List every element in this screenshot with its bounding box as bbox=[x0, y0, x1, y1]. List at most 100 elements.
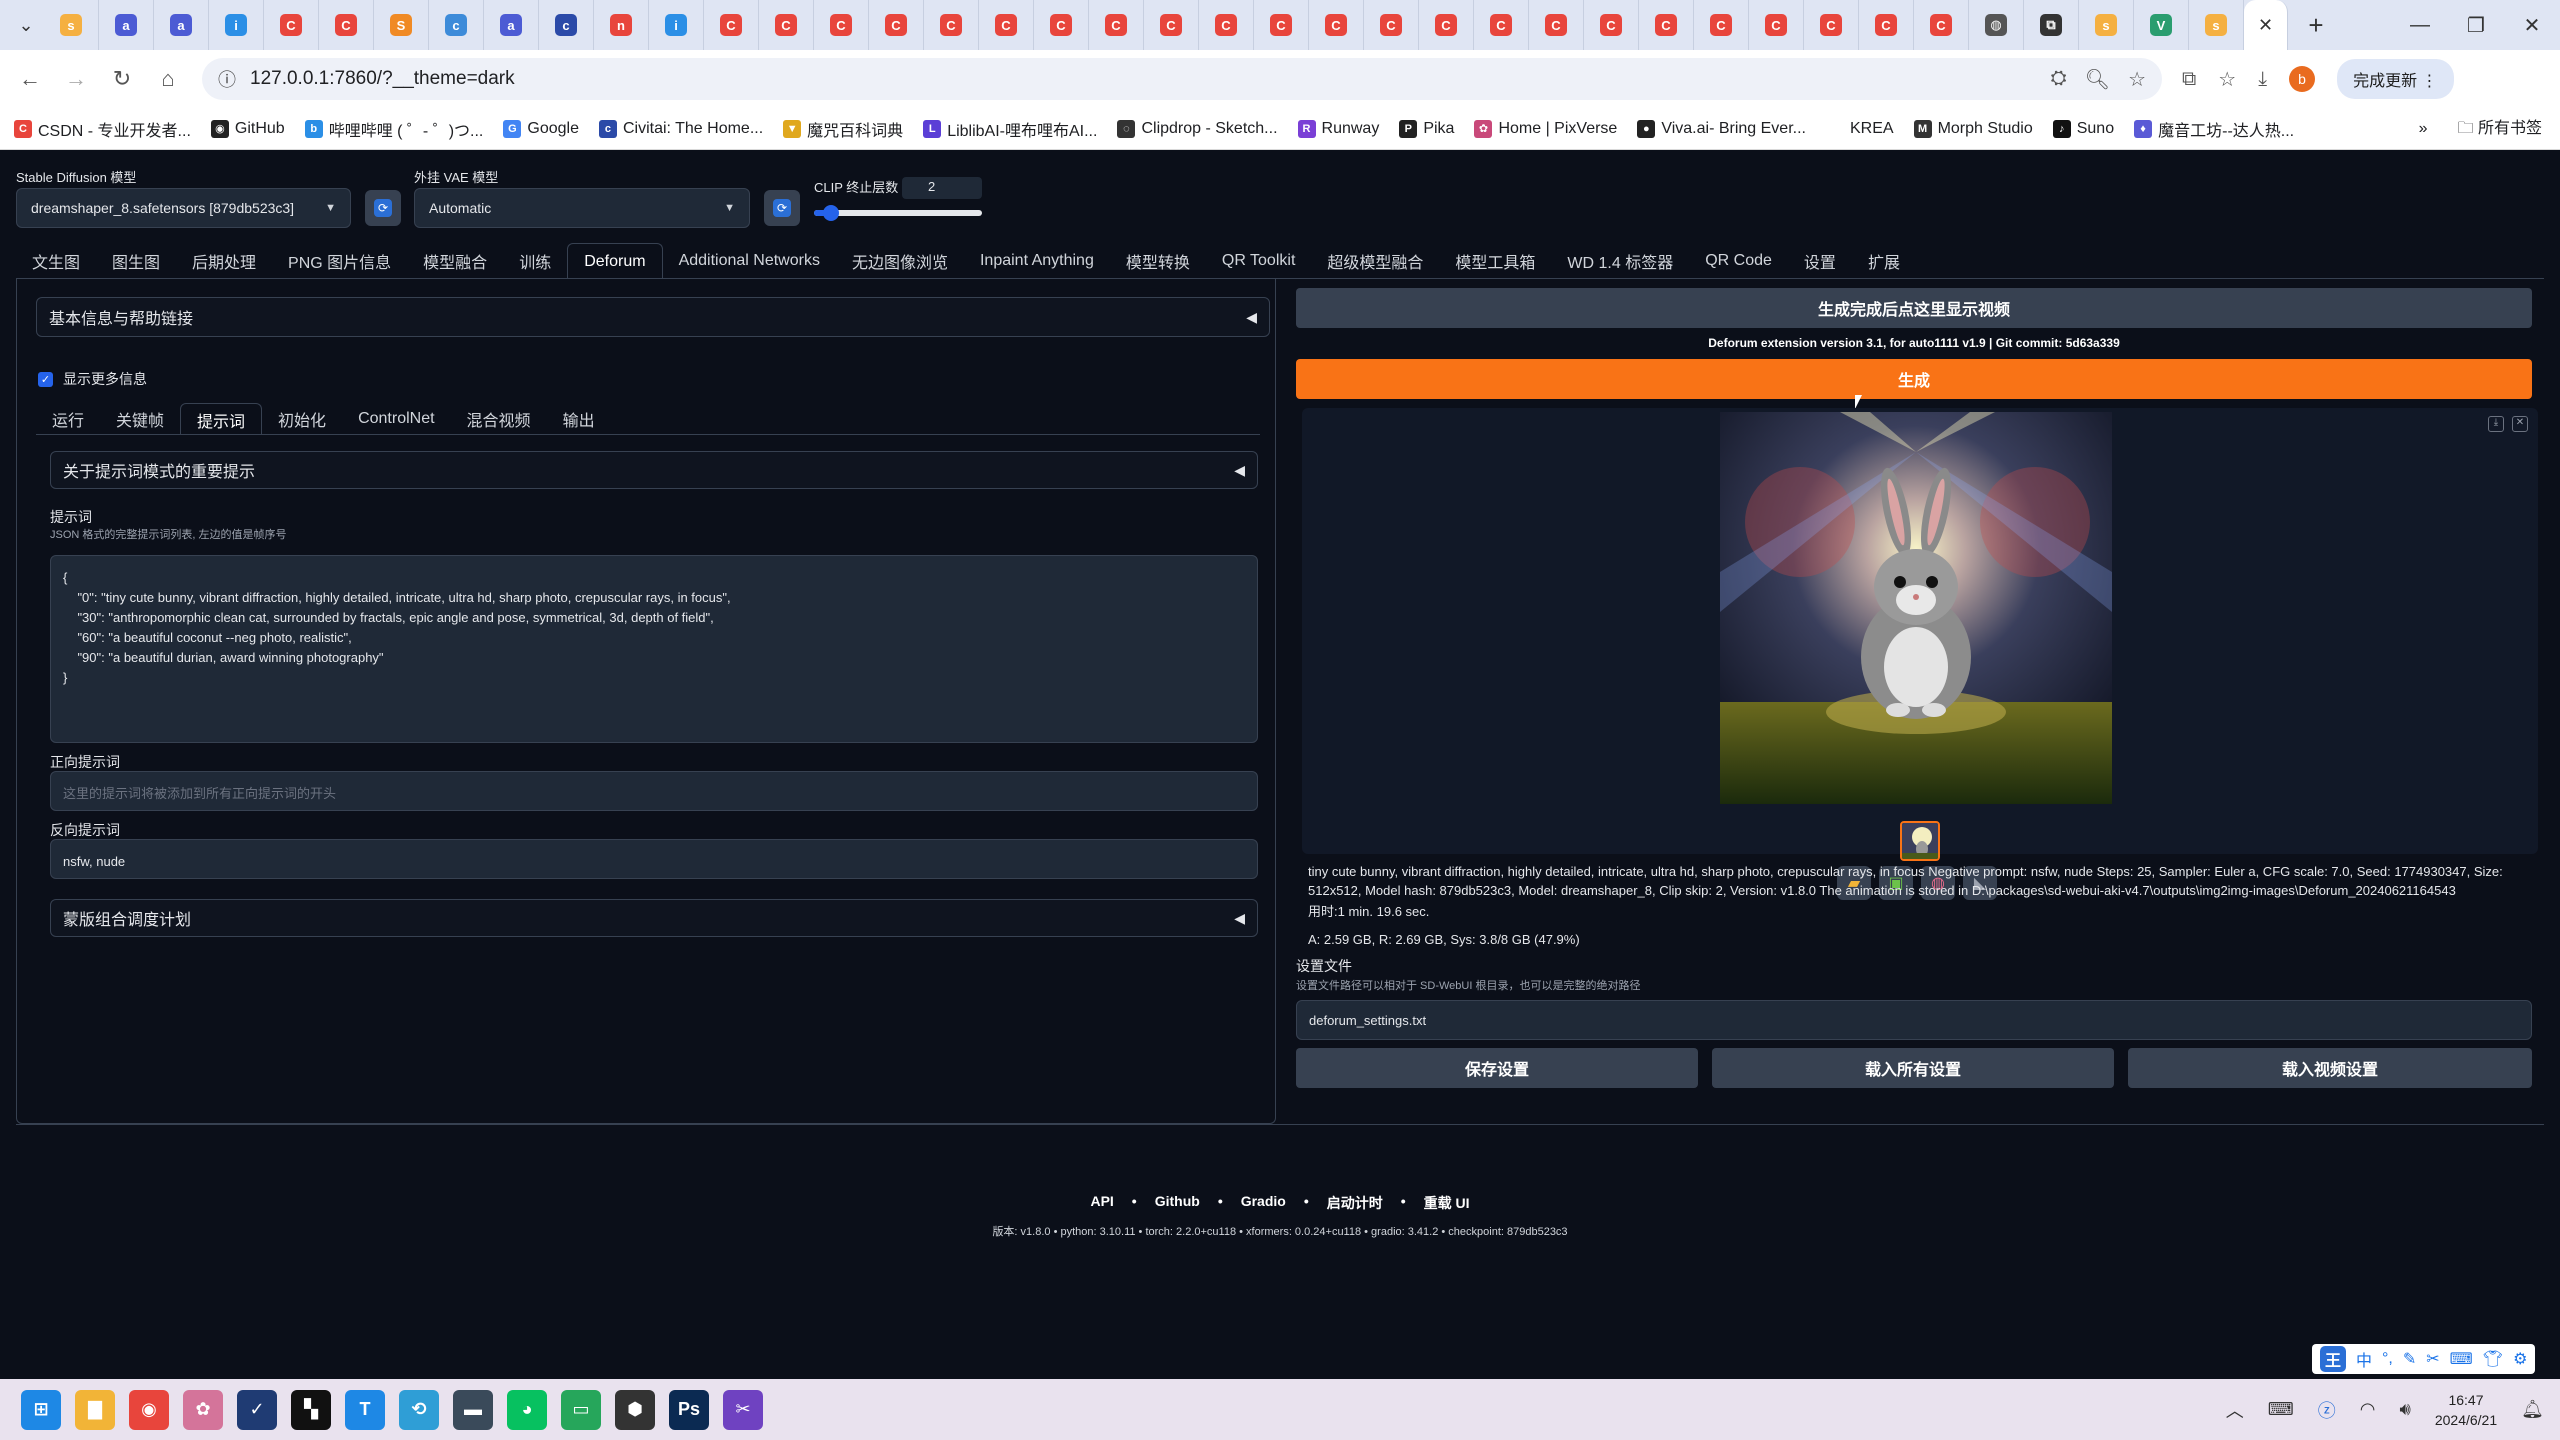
more-bookmarks-icon[interactable]: » bbox=[2419, 120, 2428, 138]
bookmark-item[interactable]: c Civitai: The Home... bbox=[598, 117, 763, 141]
load-all-settings-button[interactable]: 载入所有设置 bbox=[1712, 1048, 2114, 1088]
reload-icon[interactable]: ↻ bbox=[102, 59, 142, 99]
taskbar-app-icon[interactable]: ✓ bbox=[237, 1389, 277, 1430]
address-bar[interactable]: ⓘ 127.0.0.1:7860/?__theme=dark ⛭ 🔍︎ ☆ bbox=[202, 58, 2162, 100]
browser-tab[interactable]: ⧉ bbox=[2024, 0, 2079, 50]
browser-tab[interactable]: a bbox=[99, 0, 154, 50]
vae-dropdown[interactable]: Automatic ▼ bbox=[414, 188, 750, 228]
show-video-button[interactable]: 生成完成后点这里显示视频 bbox=[1296, 288, 2532, 328]
zoom-icon[interactable]: 🔍︎ bbox=[2085, 67, 2110, 92]
main-tab[interactable]: 设置 bbox=[1788, 243, 1852, 279]
browser-tab[interactable]: C bbox=[1804, 0, 1859, 50]
browser-tab[interactable]: s bbox=[2189, 0, 2244, 50]
generated-image[interactable] bbox=[1720, 412, 2112, 804]
taskbar-app-icon[interactable]: ✿ bbox=[183, 1389, 223, 1430]
taskbar-app-icon[interactable]: ▚ bbox=[291, 1389, 331, 1430]
prompts-textarea[interactable]: { "0": "tiny cute bunny, vibrant diffrac… bbox=[50, 555, 1258, 743]
taskbar-app-icon[interactable]: Ps bbox=[669, 1389, 709, 1430]
bookmark-item[interactable]: ✿ Home | PixVerse bbox=[1474, 117, 1617, 141]
restore-icon[interactable]: ❐ bbox=[2448, 0, 2504, 50]
download-icon[interactable]: ⤓ bbox=[2488, 416, 2504, 432]
close-icon[interactable]: ✕ bbox=[2512, 416, 2528, 432]
browser-tab[interactable]: C bbox=[1529, 0, 1584, 50]
footer-link[interactable]: 重载 UI bbox=[1424, 1193, 1470, 1213]
bookmark-item[interactable]: KREA bbox=[1825, 117, 1894, 141]
bookmark-item[interactable]: b 哔哩哔哩 ( ゜- ゜)つ... bbox=[304, 117, 483, 141]
taskbar-app-icon[interactable]: ⟲ bbox=[399, 1389, 439, 1430]
browser-tab[interactable]: s bbox=[44, 0, 99, 50]
generate-button[interactable]: 生成 bbox=[1296, 359, 2532, 399]
bookmark-item[interactable]: M Morph Studio bbox=[1913, 117, 2033, 141]
extensions-icon[interactable]: ⧉ bbox=[2182, 68, 2196, 91]
clip-skip-slider-knob[interactable] bbox=[822, 205, 839, 221]
new-tab-button[interactable]: + bbox=[2296, 5, 2336, 45]
deforum-sub-tab[interactable]: 初始化 bbox=[262, 403, 342, 435]
ime-pen-icon[interactable]: ✎ bbox=[2403, 1349, 2416, 1369]
save-settings-button[interactable]: 保存设置 bbox=[1296, 1048, 1698, 1088]
browser-tab[interactable]: C bbox=[1584, 0, 1639, 50]
taskbar-app-icon[interactable]: ▇ bbox=[75, 1389, 115, 1430]
browser-tab[interactable]: C bbox=[1089, 0, 1144, 50]
tray-input-icon[interactable]: ⌨ bbox=[2268, 1399, 2294, 1420]
browser-tab[interactable]: C bbox=[319, 0, 374, 50]
browser-tab[interactable]: C bbox=[1639, 0, 1694, 50]
footer-link[interactable]: 启动计时 bbox=[1327, 1193, 1383, 1213]
main-tab[interactable]: PNG 图片信息 bbox=[272, 243, 407, 279]
taskbar-app-icon[interactable]: T bbox=[345, 1389, 385, 1430]
browser-tab[interactable]: C bbox=[1419, 0, 1474, 50]
show-more-info-checkbox[interactable]: ✓ 显示更多信息 bbox=[38, 369, 147, 389]
bookmark-item[interactable]: ◉ GitHub bbox=[210, 117, 285, 141]
browser-tab[interactable]: a bbox=[484, 0, 539, 50]
load-video-settings-button[interactable]: 载入视频设置 bbox=[2128, 1048, 2532, 1088]
ime-toolbar[interactable]: 王 中 °, ✎ ✂ ⌨ 👕︎ ⚙ bbox=[2312, 1344, 2536, 1374]
all-bookmarks[interactable]: 🗀 所有书签 bbox=[2458, 114, 2542, 144]
deforum-sub-tab[interactable]: ControlNet bbox=[342, 403, 450, 435]
deforum-sub-tab[interactable]: 关键帧 bbox=[100, 403, 180, 435]
ime-punctuation-icon[interactable]: °, bbox=[2382, 1350, 2393, 1368]
browser-tab[interactable]: C bbox=[1749, 0, 1804, 50]
browser-tab[interactable]: C bbox=[704, 0, 759, 50]
main-tab[interactable]: QR Code bbox=[1689, 243, 1788, 279]
taskbar-app-icon[interactable]: ▬ bbox=[453, 1389, 493, 1430]
ime-settings-icon[interactable]: ⚙ bbox=[2513, 1349, 2527, 1369]
main-tab[interactable]: 超级模型融合 bbox=[1311, 243, 1439, 279]
mask-schedule-accordion[interactable]: 蒙版组合调度计划 ◀ bbox=[50, 899, 1258, 937]
footer-link[interactable]: API bbox=[1090, 1193, 1113, 1213]
profile-avatar[interactable]: b bbox=[2289, 66, 2316, 92]
deforum-sub-tab[interactable]: 提示词 bbox=[180, 403, 263, 435]
browser-tab[interactable]: i bbox=[649, 0, 704, 50]
deforum-sub-tab[interactable]: 混合视频 bbox=[451, 403, 547, 435]
browser-tab[interactable]: C bbox=[924, 0, 979, 50]
ime-skin-icon[interactable]: 👕︎ bbox=[2483, 1349, 2503, 1369]
home-icon[interactable]: ⌂ bbox=[148, 59, 188, 99]
taskbar-app-icon[interactable]: ⬢ bbox=[615, 1389, 655, 1430]
volume-icon[interactable]: 🔊︎ bbox=[2400, 1399, 2411, 1420]
close-tab-icon[interactable]: ✕ bbox=[2258, 15, 2273, 36]
active-tab[interactable]: ✕ bbox=[2244, 0, 2288, 50]
clock[interactable]: 16:47 2024/6/21 bbox=[2435, 1390, 2497, 1430]
settings-file-input[interactable]: deforum_settings.txt bbox=[1296, 1000, 2532, 1040]
browser-tab[interactable]: n bbox=[594, 0, 649, 50]
browser-tab[interactable]: V bbox=[2134, 0, 2189, 50]
tray-ime-icon[interactable]: ⓩ bbox=[2318, 1397, 2336, 1423]
gallery-thumbnail[interactable] bbox=[1900, 821, 1940, 861]
taskbar-app-icon[interactable]: ✂ bbox=[723, 1389, 763, 1430]
notification-bell-icon[interactable]: 🔔︎ bbox=[2521, 1399, 2544, 1420]
browser-tab[interactable]: C bbox=[1859, 0, 1914, 50]
download-icon[interactable]: ⤓ bbox=[2258, 68, 2267, 91]
browser-tab[interactable]: C bbox=[979, 0, 1034, 50]
main-tab[interactable]: 文生图 bbox=[16, 243, 96, 279]
ime-keyboard-icon[interactable]: ⌨ bbox=[2450, 1349, 2473, 1369]
browser-tab[interactable]: C bbox=[814, 0, 869, 50]
forward-arrow-icon[interactable]: → bbox=[56, 59, 96, 99]
favorites-icon[interactable]: ☆ bbox=[2218, 67, 2236, 92]
browser-tab[interactable]: s bbox=[2079, 0, 2134, 50]
browser-tab[interactable]: C bbox=[869, 0, 924, 50]
main-tab[interactable]: 无边图像浏览 bbox=[836, 243, 964, 279]
browser-tab[interactable]: c bbox=[429, 0, 484, 50]
minimize-icon[interactable]: — bbox=[2392, 0, 2448, 50]
taskbar-app-icon[interactable]: ▭ bbox=[561, 1389, 601, 1430]
main-tab[interactable]: 扩展 bbox=[1852, 243, 1916, 279]
refresh-vae-button[interactable]: ⟳ bbox=[764, 190, 800, 226]
main-tab[interactable]: Inpaint Anything bbox=[964, 243, 1110, 279]
